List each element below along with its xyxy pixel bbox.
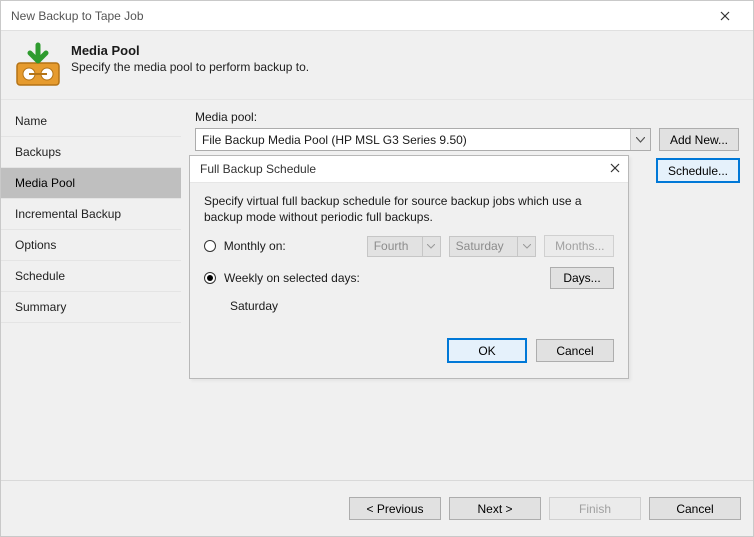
monthly-radio[interactable] <box>204 240 216 252</box>
weekly-radio[interactable] <box>204 272 216 284</box>
sidebar-item-options[interactable]: Options <box>1 230 181 261</box>
months-button: Months... <box>544 235 614 257</box>
dialog-description: Specify virtual full backup schedule for… <box>204 193 614 225</box>
sidebar-item-media-pool[interactable]: Media Pool <box>1 168 181 199</box>
monthly-day-select: Saturday <box>449 236 537 257</box>
sidebar-item-name[interactable]: Name <box>1 106 181 137</box>
full-backup-schedule-dialog: Full Backup Schedule Specify virtual ful… <box>189 155 629 379</box>
media-pool-icon <box>15 41 61 87</box>
wizard-sidebar: Name Backups Media Pool Incremental Back… <box>1 100 181 480</box>
media-pool-label: Media pool: <box>195 110 739 124</box>
previous-button[interactable]: < Previous <box>349 497 441 520</box>
wizard-footer: < Previous Next > Finish Cancel <box>1 480 753 536</box>
sidebar-item-backups[interactable]: Backups <box>1 137 181 168</box>
add-new-button[interactable]: Add New... <box>659 128 739 151</box>
page-title: Media Pool <box>71 43 309 58</box>
cancel-button[interactable]: Cancel <box>649 497 741 520</box>
close-icon <box>720 11 730 21</box>
dialog-ok-button[interactable]: OK <box>448 339 526 362</box>
finish-button: Finish <box>549 497 641 520</box>
sidebar-item-summary[interactable]: Summary <box>1 292 181 323</box>
monthly-ordinal-select: Fourth <box>367 236 441 257</box>
chevron-down-icon <box>517 237 535 256</box>
wizard-window: New Backup to Tape Job Media Pool Specif… <box>0 0 754 537</box>
window-title: New Backup to Tape Job <box>11 9 705 23</box>
monthly-radio-label: Monthly on: <box>224 239 359 253</box>
wizard-content: Media pool: File Backup Media Pool (HP M… <box>181 100 753 480</box>
close-icon <box>610 163 620 173</box>
media-pool-select[interactable]: File Backup Media Pool (HP MSL G3 Series… <box>195 128 651 151</box>
schedule-button[interactable]: Schedule... <box>657 159 739 182</box>
dialog-close-button[interactable] <box>610 162 620 176</box>
weekly-selected-days: Saturday <box>230 299 614 313</box>
title-bar: New Backup to Tape Job <box>1 1 753 31</box>
page-subtitle: Specify the media pool to perform backup… <box>71 60 309 74</box>
dialog-cancel-button[interactable]: Cancel <box>536 339 614 362</box>
sidebar-item-schedule[interactable]: Schedule <box>1 261 181 292</box>
window-close-button[interactable] <box>705 3 745 29</box>
next-button[interactable]: Next > <box>449 497 541 520</box>
media-pool-select-value: File Backup Media Pool (HP MSL G3 Series… <box>202 133 467 147</box>
days-button[interactable]: Days... <box>550 267 614 289</box>
chevron-down-icon <box>630 129 650 150</box>
weekly-radio-label: Weekly on selected days: <box>224 271 542 285</box>
chevron-down-icon <box>422 237 440 256</box>
dialog-title: Full Backup Schedule <box>200 162 316 176</box>
sidebar-item-incremental-backup[interactable]: Incremental Backup <box>1 199 181 230</box>
wizard-header: Media Pool Specify the media pool to per… <box>1 31 753 99</box>
